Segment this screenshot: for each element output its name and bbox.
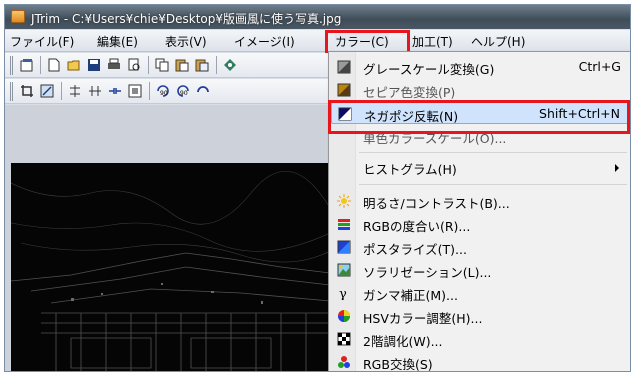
capture-icon[interactable]: [221, 56, 239, 74]
new-file-icon[interactable]: [45, 56, 63, 74]
toolbar-separator: [216, 56, 217, 74]
menu-file[interactable]: ファイル(F): [10, 33, 74, 50]
frame-icon[interactable]: [126, 82, 144, 100]
menu-item-grayscale[interactable]: グレースケール変換(G) Ctrl+G: [331, 56, 629, 78]
print-icon[interactable]: [105, 56, 123, 74]
grayscale-icon: [337, 60, 351, 74]
resize-icon[interactable]: [38, 82, 56, 100]
submenu-arrow-icon: [615, 164, 619, 172]
menu-item-label: 2階調化(W)...: [363, 334, 443, 349]
menu-item-label: RGB交換(S): [363, 357, 433, 372]
flip-horizontal-icon[interactable]: [86, 82, 104, 100]
open-folder-icon[interactable]: [65, 56, 83, 74]
image-canvas-area[interactable]: [5, 105, 330, 371]
menu-item-hsv[interactable]: HSVカラー調整(H)...: [331, 305, 629, 327]
menu-item-rgb-swap[interactable]: RGB交換(S): [331, 351, 629, 372]
rotate-90-icon[interactable]: 90: [154, 82, 172, 100]
menu-item-posterize[interactable]: ポスタライズ(T)...: [331, 236, 629, 258]
hsv-icon: [337, 309, 351, 323]
menu-item-label: 明るさ/コントラスト(B)...: [363, 196, 510, 211]
crop-icon[interactable]: [18, 82, 36, 100]
menu-item-label: グレースケール変換(G): [363, 62, 495, 77]
window-title: JTrim - C:¥Users¥chie¥Desktop¥版画風に使う写真.j…: [31, 12, 342, 26]
edited-photo[interactable]: [11, 163, 330, 371]
svg-text:γ: γ: [339, 287, 347, 300]
brightness-icon: [337, 194, 351, 208]
menu-edit[interactable]: 編集(E): [97, 33, 138, 50]
edit-toolbar: 90 90: [5, 79, 330, 104]
toolbar-separator: [61, 82, 62, 100]
menu-item-solarize[interactable]: ソラリゼーション(L)...: [331, 259, 629, 281]
menu-item-rgb-level[interactable]: RGBの度合い(R)...: [331, 213, 629, 235]
rotate-270-label: 90: [180, 90, 188, 97]
main-toolbar: [5, 53, 330, 78]
posterize-icon: [337, 240, 351, 254]
menu-item-label: ソラリゼーション(L)...: [363, 265, 492, 280]
toolbar-separator: [148, 56, 149, 74]
menu-item-sepia[interactable]: セピア色変換(P): [331, 79, 629, 101]
flip-vertical-icon[interactable]: [66, 82, 84, 100]
menu-item-label: ポスタライズ(T)...: [363, 242, 467, 257]
copy-icon[interactable]: [153, 56, 171, 74]
menu-image[interactable]: イメージ(I): [234, 33, 295, 50]
negative-item-highlight-box: [328, 100, 630, 134]
rgb-swap-icon: [337, 355, 351, 369]
menu-item-shortcut: Ctrl+G: [578, 59, 621, 74]
menu-help[interactable]: ヘルプ(H): [471, 33, 525, 50]
title-bar: JTrim - C:¥Users¥chie¥Desktop¥版画風に使う写真.j…: [5, 5, 630, 29]
menu-separator: [359, 152, 627, 153]
shrink-icon[interactable]: [106, 82, 124, 100]
sepia-icon: [337, 83, 351, 97]
menu-item-two-tone[interactable]: 2階調化(W)...: [331, 328, 629, 350]
menu-item-histogram[interactable]: ヒストグラム(H): [331, 156, 629, 178]
jtrim-app-icon: [11, 10, 25, 23]
toolbar-grip[interactable]: [10, 56, 13, 75]
menu-item-gamma[interactable]: γ ガンマ補正(M)...: [331, 282, 629, 304]
gamma-icon: γ: [337, 286, 351, 302]
toolbar-grip[interactable]: [10, 82, 13, 101]
rgb-level-icon: [337, 217, 351, 231]
menu-item-label: HSVカラー調整(H)...: [363, 311, 483, 326]
new-window-icon[interactable]: [18, 56, 36, 74]
paste-icon[interactable]: [173, 56, 191, 74]
menu-separator: [359, 184, 627, 185]
menu-item-label: セピア色変換(P): [363, 85, 456, 100]
paste-new-icon[interactable]: [193, 56, 211, 74]
app-window: JTrim - C:¥Users¥chie¥Desktop¥版画風に使う写真.j…: [4, 4, 631, 372]
menu-item-label: ヒストグラム(H): [363, 162, 457, 177]
menu-view[interactable]: 表示(V): [165, 33, 207, 50]
rotate-free-icon[interactable]: [194, 82, 212, 100]
menu-process[interactable]: 加工(T): [412, 33, 453, 50]
rotate-270-icon[interactable]: 90: [174, 82, 192, 100]
menu-item-label: ガンマ補正(M)...: [363, 288, 458, 303]
menu-item-brightness[interactable]: 明るさ/コントラスト(B)...: [331, 190, 629, 212]
save-icon[interactable]: [85, 56, 103, 74]
toolbar-separator: [40, 56, 41, 74]
menu-bar: ファイル(F) 編集(E) 表示(V) イメージ(I) カラー(C) 加工(T)…: [5, 30, 630, 52]
rotate-90-label: 90: [160, 90, 168, 97]
print-preview-icon[interactable]: [125, 56, 143, 74]
menu-item-label: RGBの度合い(R)...: [363, 219, 471, 234]
toolbar-separator: [149, 82, 150, 100]
solarize-icon: [337, 263, 351, 277]
two-tone-icon: [337, 332, 351, 346]
